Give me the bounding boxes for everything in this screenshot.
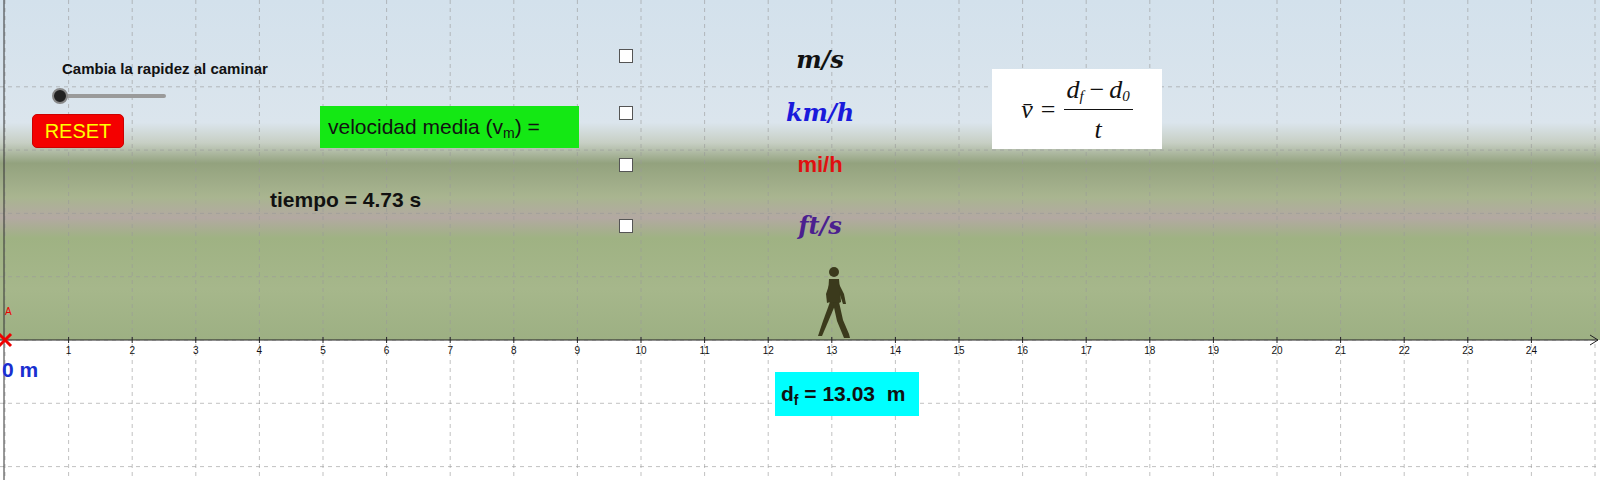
axis-tick-label: 5 bbox=[320, 343, 326, 358]
axis-tick-label: 16 bbox=[1017, 343, 1028, 358]
formula-box: v̄=df−d0t bbox=[992, 69, 1162, 149]
axis-tick-label: 6 bbox=[384, 343, 390, 358]
velocity-label: velocidad media (vm) = bbox=[320, 106, 579, 148]
applet-canvas: 1234567891011121314151617181920212223240… bbox=[0, 0, 1600, 480]
unit-checkbox[interactable] bbox=[619, 49, 633, 63]
velocity-label-text: velocidad media (v bbox=[328, 115, 503, 138]
axis-tick-label: 21 bbox=[1335, 343, 1346, 358]
formula-a-sub: f bbox=[1080, 88, 1084, 104]
distance-value: = 13.03 m bbox=[799, 382, 906, 405]
velocity-label-after: ) = bbox=[515, 115, 540, 138]
unit-checkbox[interactable] bbox=[619, 158, 633, 172]
unit-checkbox[interactable] bbox=[619, 219, 633, 233]
axis-tick-label: 24 bbox=[1526, 343, 1537, 358]
axis-tick-label: 7 bbox=[447, 343, 453, 358]
formula-fraction: df−d0t bbox=[1064, 70, 1133, 149]
walker-icon bbox=[816, 266, 852, 340]
formula-a: d bbox=[1067, 75, 1080, 104]
formula-b-sub: 0 bbox=[1122, 88, 1130, 104]
axis-tick-label: 10 bbox=[635, 343, 646, 358]
slider-knob[interactable] bbox=[52, 88, 68, 104]
axis-tick-label: 15 bbox=[953, 343, 964, 358]
unit-label: m/s bbox=[770, 42, 870, 78]
axis-tick-label: 9 bbox=[575, 343, 581, 358]
axis-tick-label: 22 bbox=[1399, 343, 1410, 358]
reset-button[interactable]: RESET bbox=[32, 114, 124, 148]
formula-op: − bbox=[1088, 75, 1106, 104]
axis-tick-label: 1 bbox=[66, 343, 72, 358]
velocity-label-sub: m bbox=[503, 125, 515, 141]
formula-eq: = bbox=[1041, 90, 1056, 129]
origin-label: 0 m bbox=[2, 354, 38, 386]
formula-denominator: t bbox=[1094, 110, 1101, 149]
unit-label: mi/h bbox=[770, 148, 870, 181]
speed-slider[interactable] bbox=[60, 94, 166, 98]
unit-label: km/h bbox=[770, 95, 870, 131]
axis-tick-label: 14 bbox=[890, 343, 901, 358]
slider-label: Cambia la rapidez al caminar bbox=[62, 58, 268, 81]
formula-numerator: df−d0 bbox=[1064, 70, 1133, 110]
axis-tick-label: 18 bbox=[1144, 343, 1155, 358]
axis-tick-label: 12 bbox=[763, 343, 774, 358]
axis-tick-label: 2 bbox=[129, 343, 135, 358]
distance-symbol: d bbox=[781, 382, 794, 405]
axis-tick-label: 13 bbox=[826, 343, 837, 358]
unit-label: ft/s bbox=[770, 208, 870, 244]
formula-lhs: v̄ bbox=[1021, 90, 1033, 129]
axis-tick-label: 20 bbox=[1271, 343, 1282, 358]
axis-tick-label: 17 bbox=[1081, 343, 1092, 358]
axis-tick-label: 23 bbox=[1462, 343, 1473, 358]
axis-tick-label: 11 bbox=[699, 343, 709, 358]
distance-readout: df = 13.03 m bbox=[775, 372, 919, 416]
formula-b: d bbox=[1109, 75, 1122, 104]
axis-tick-label: 19 bbox=[1208, 343, 1219, 358]
time-readout: tiempo = 4.73 s bbox=[270, 184, 421, 216]
axis-tick-label: 3 bbox=[193, 343, 199, 358]
distance-sub: f bbox=[794, 392, 799, 408]
unit-checkbox[interactable] bbox=[619, 106, 633, 120]
axis-tick-label: 8 bbox=[511, 343, 517, 358]
axis-tick-label: 4 bbox=[257, 343, 263, 358]
point-label: A bbox=[5, 304, 12, 319]
point-a-icon bbox=[0, 334, 11, 346]
